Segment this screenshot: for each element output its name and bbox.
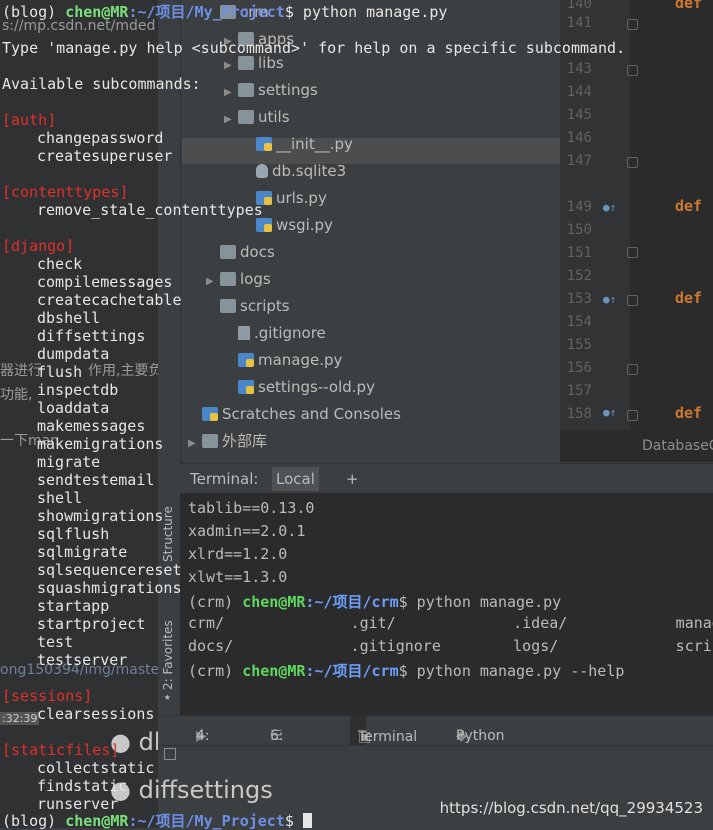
prompt-path: :~/项目/My_Project bbox=[128, 3, 285, 21]
command-name: sendtestemail bbox=[37, 471, 155, 489]
prompt-cmd: $ python manage.py bbox=[284, 3, 448, 21]
prompt-env: (blog) bbox=[2, 3, 66, 21]
shell-prompt: (blog) chen@MR:~/项目/My_Project$ bbox=[2, 812, 312, 830]
command-group: [sessions] bbox=[2, 687, 93, 705]
command-name: remove_stale_contenttypes bbox=[37, 201, 263, 219]
command-name: clearsessions bbox=[37, 705, 155, 723]
prompt-cmd: $ bbox=[284, 812, 303, 830]
command-name: inspectdb bbox=[37, 381, 119, 399]
command-name: testserver bbox=[37, 651, 128, 669]
command-name: runserver bbox=[37, 795, 119, 813]
command-name: changepassword bbox=[37, 129, 164, 147]
available-heading: Available subcommands: bbox=[2, 75, 201, 93]
command-name: diffsettings bbox=[37, 327, 146, 345]
command-name: startapp bbox=[37, 597, 110, 615]
command-name: collectstatic bbox=[37, 759, 155, 777]
command-name: dbshell bbox=[37, 309, 101, 327]
command-name: test bbox=[37, 633, 74, 651]
command-name: sqlsequencereset bbox=[37, 561, 182, 579]
command-group: [contenttypes] bbox=[2, 183, 129, 201]
prompt-path: :~/项目/My_Project bbox=[128, 812, 285, 830]
text-cursor bbox=[302, 813, 312, 828]
command-name: dumpdata bbox=[37, 345, 110, 363]
command-name: check bbox=[37, 255, 83, 273]
shell-output[interactable]: (blog) chen@MR:~/项目/My_Project$ python m… bbox=[0, 0, 713, 830]
shell-prompt: (blog) chen@MR:~/项目/My_Project$ python m… bbox=[2, 3, 447, 21]
command-name: startproject bbox=[37, 615, 146, 633]
command-name: flush bbox=[37, 363, 83, 381]
command-name: migrate bbox=[37, 453, 101, 471]
command-name: createsuperuser bbox=[37, 147, 173, 165]
help-text: Type 'manage.py help <subcommand>' for h… bbox=[2, 39, 626, 57]
command-name: compilemessages bbox=[37, 273, 173, 291]
command-name: squashmigrations bbox=[37, 579, 182, 597]
watermark: https://blog.csdn.net/qq_29934523 bbox=[439, 799, 703, 817]
command-name: sqlflush bbox=[37, 525, 110, 543]
command-name: showmigrations bbox=[37, 507, 164, 525]
command-group: [staticfiles] bbox=[2, 741, 120, 759]
command-group: [django] bbox=[2, 237, 75, 255]
command-name: sqlmigrate bbox=[37, 543, 128, 561]
command-name: createcachetable bbox=[37, 291, 182, 309]
prompt-user: chen@MR bbox=[65, 3, 129, 21]
command-group: [auth] bbox=[2, 111, 57, 129]
prompt-env: (blog) bbox=[2, 812, 66, 830]
command-name: loaddata bbox=[37, 399, 110, 417]
command-name: shell bbox=[37, 489, 83, 507]
command-name: makemigrations bbox=[37, 435, 164, 453]
command-name: makemessages bbox=[37, 417, 146, 435]
command-name: findstatic bbox=[37, 777, 128, 795]
prompt-user: chen@MR bbox=[65, 812, 129, 830]
